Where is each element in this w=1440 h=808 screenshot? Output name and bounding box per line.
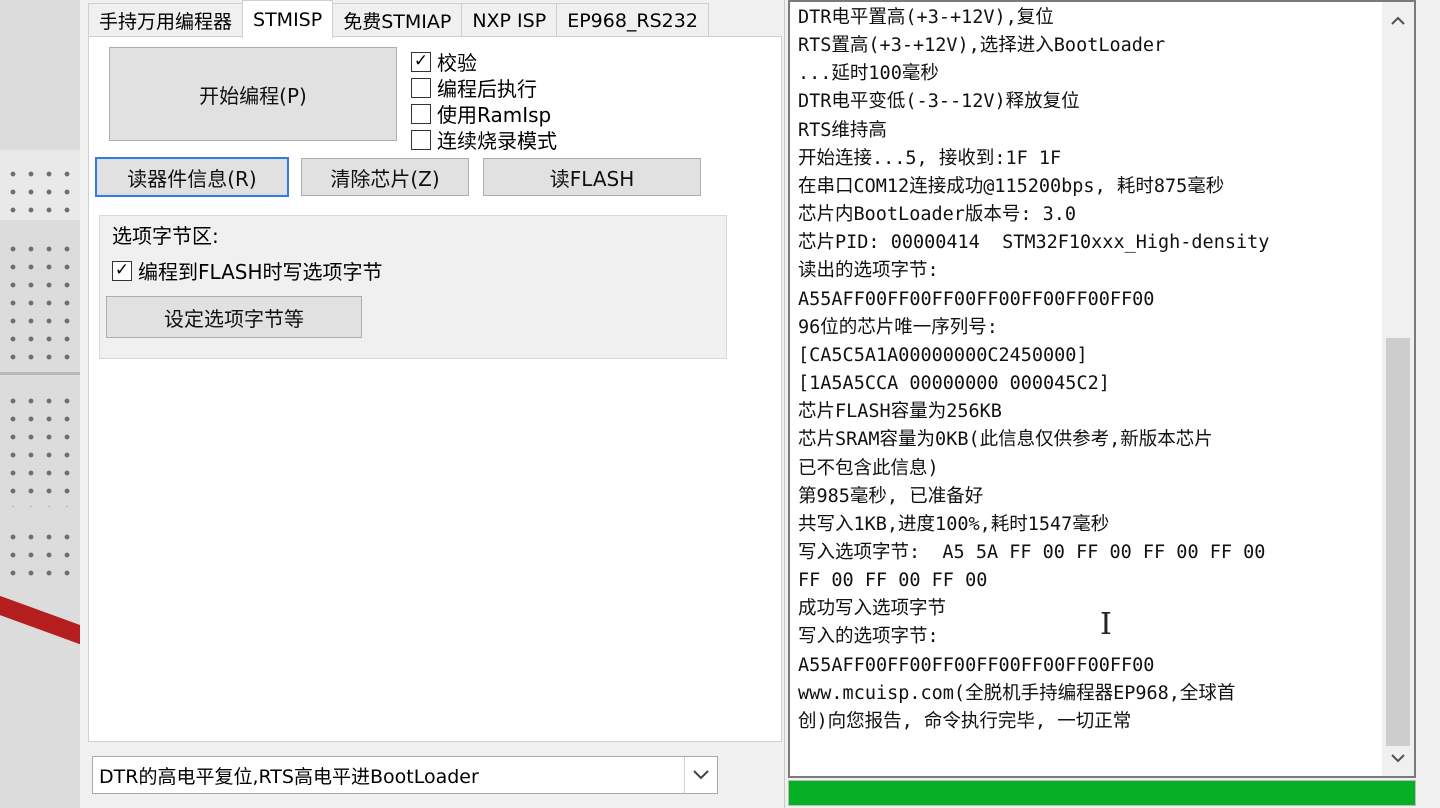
breadboard-holes bbox=[4, 240, 76, 360]
log-line: 芯片FLASH容量为256KB bbox=[798, 401, 1002, 423]
log-line: RTS置高(+3-+12V),选择进入BootLoader bbox=[798, 35, 1166, 57]
erase-chip-button[interactable]: 清除芯片(Z) bbox=[301, 158, 469, 196]
progress-fill bbox=[789, 781, 1415, 805]
tab-ep968-rs232[interactable]: EP968_RS232 bbox=[556, 3, 709, 37]
breadboard-holes bbox=[4, 392, 76, 507]
use-ramisp-checkbox[interactable]: 使用RamIsp bbox=[411, 99, 551, 128]
verify-label: 校验 bbox=[437, 51, 477, 75]
red-wire bbox=[0, 585, 80, 650]
log-line: 读出的选项字节: bbox=[798, 260, 939, 282]
continuous-burn-checkbox[interactable]: 连续烧录模式 bbox=[411, 125, 557, 154]
reset-mode-select[interactable]: DTR的高电平复位,RTS高电平进BootLoader bbox=[92, 756, 718, 794]
tab-nxp-isp[interactable]: NXP ISP bbox=[461, 3, 558, 37]
log-line: 芯片内BootLoader版本号: 3.0 bbox=[798, 204, 1077, 226]
log-line: DTR电平变低(-3--12V)释放复位 bbox=[798, 91, 1080, 113]
progress-bar bbox=[788, 780, 1416, 806]
log-line: 创)向您报告, 命令执行完毕, 一切正常 bbox=[798, 710, 1132, 732]
log-line: 第985毫秒, 已准备好 bbox=[798, 485, 984, 507]
log-line: 写入选项字节: A5 5A FF 00 FF 00 FF 00 FF 00 bbox=[798, 541, 1266, 563]
write-option-bytes-label: 编程到FLASH时写选项字节 bbox=[138, 260, 383, 284]
run-after-program-checkbox[interactable]: 编程后执行 bbox=[411, 73, 537, 102]
log-line: 芯片SRAM容量为0KB(此信息仅供参考,新版本芯片 bbox=[798, 429, 1213, 451]
scroll-thumb[interactable] bbox=[1386, 338, 1410, 746]
scroll-up-arrow-icon[interactable] bbox=[1382, 2, 1414, 38]
chevron-down-icon[interactable] bbox=[684, 757, 717, 793]
log-line: 成功写入选项字节 bbox=[798, 598, 947, 620]
log-line: ...延时100毫秒 bbox=[798, 63, 939, 85]
log-line: FF 00 FF 00 FF 00 bbox=[798, 570, 988, 592]
run-after-program-label: 编程后执行 bbox=[437, 77, 537, 101]
log-line: 96位的芯片唯一序列号: bbox=[798, 316, 998, 338]
log-line: A55AFF00FF00FF00FF00FF00FF00FF00 bbox=[798, 288, 1155, 310]
log-scrollbar[interactable] bbox=[1382, 2, 1414, 776]
text-cursor-icon: I bbox=[1100, 607, 1112, 642]
check-icon: ✓ bbox=[112, 260, 132, 281]
option-bytes-title: 选项字节区: bbox=[112, 224, 219, 248]
log-line: 已不包含此信息) bbox=[798, 457, 939, 479]
verify-checkbox[interactable]: ✓ 校验 bbox=[411, 47, 477, 76]
tab-free-stmiap[interactable]: 免费STMIAP bbox=[332, 3, 463, 37]
option-bytes-group: 选项字节区: ✓ 编程到FLASH时写选项字节 设定选项字节等 bbox=[99, 215, 727, 359]
tab-stmisp[interactable]: STMISP bbox=[242, 0, 334, 38]
log-line: A55AFF00FF00FF00FF00FF00FF00FF00 bbox=[798, 654, 1155, 676]
start-program-button[interactable]: 开始编程(P) bbox=[109, 47, 397, 141]
log-line: DTR电平置高(+3-+12V),复位 bbox=[798, 7, 1054, 28]
log-line: 芯片PID: 00000414 STM32F10xxx_High-density bbox=[798, 232, 1270, 254]
log-line: 共写入1KB,进度100%,耗时1547毫秒 bbox=[798, 513, 1110, 535]
reset-mode-value: DTR的高电平复位,RTS高电平进BootLoader bbox=[99, 765, 479, 788]
isp-control-panel: 手持万用编程器 STMISP 免费STMIAP NXP ISP EP968_RS… bbox=[80, 0, 785, 808]
log-line: 开始连接...5, 接收到:1F 1F bbox=[798, 147, 1062, 169]
check-icon: ✓ bbox=[411, 51, 431, 72]
window-edge bbox=[1416, 0, 1440, 808]
continuous-burn-label: 连续烧录模式 bbox=[437, 129, 557, 153]
read-device-info-button[interactable]: 读器件信息(R) bbox=[95, 157, 289, 197]
breadboard-divider bbox=[0, 372, 80, 375]
log-line: 在串口COM12连接成功@115200bps, 耗时875毫秒 bbox=[798, 175, 1225, 197]
read-flash-button[interactable]: 读FLASH bbox=[483, 158, 701, 196]
breadboard-holes bbox=[4, 165, 76, 215]
log-line: RTS维持高 bbox=[798, 119, 887, 141]
write-option-bytes-checkbox[interactable]: ✓ 编程到FLASH时写选项字节 bbox=[112, 256, 383, 285]
log-line: [CA5C5A1A00000000C2450000] bbox=[798, 344, 1088, 366]
breadboard-background bbox=[0, 0, 80, 808]
log-text: DTR电平置高(+3-+12V),复位 RTS置高(+3-+12V),选择进入Bo… bbox=[798, 4, 1378, 736]
log-output-panel[interactable]: DTR电平置高(+3-+12V),复位 RTS置高(+3-+12V),选择进入Bo… bbox=[788, 0, 1416, 778]
tab-bar: 手持万用编程器 STMISP 免费STMIAP NXP ISP EP968_RS… bbox=[88, 0, 709, 38]
set-option-bytes-button[interactable]: 设定选项字节等 bbox=[106, 296, 362, 338]
log-line: [1A5A5CCA 00000000 000045C2] bbox=[798, 373, 1110, 395]
log-line: 写入的选项字节: bbox=[798, 626, 939, 648]
scroll-down-arrow-icon[interactable] bbox=[1382, 740, 1414, 776]
log-line: www.mcuisp.com(全脱机手持编程器EP968,全球首 bbox=[798, 682, 1236, 704]
breadboard-holes bbox=[4, 528, 76, 578]
use-ramisp-label: 使用RamIsp bbox=[437, 103, 552, 127]
stmisp-tab-page: 开始编程(P) ✓ 校验 编程后执行 使用RamIsp 连续烧录模式 读器件信息… bbox=[88, 36, 782, 742]
tab-handheld-programmer[interactable]: 手持万用编程器 bbox=[88, 3, 244, 37]
